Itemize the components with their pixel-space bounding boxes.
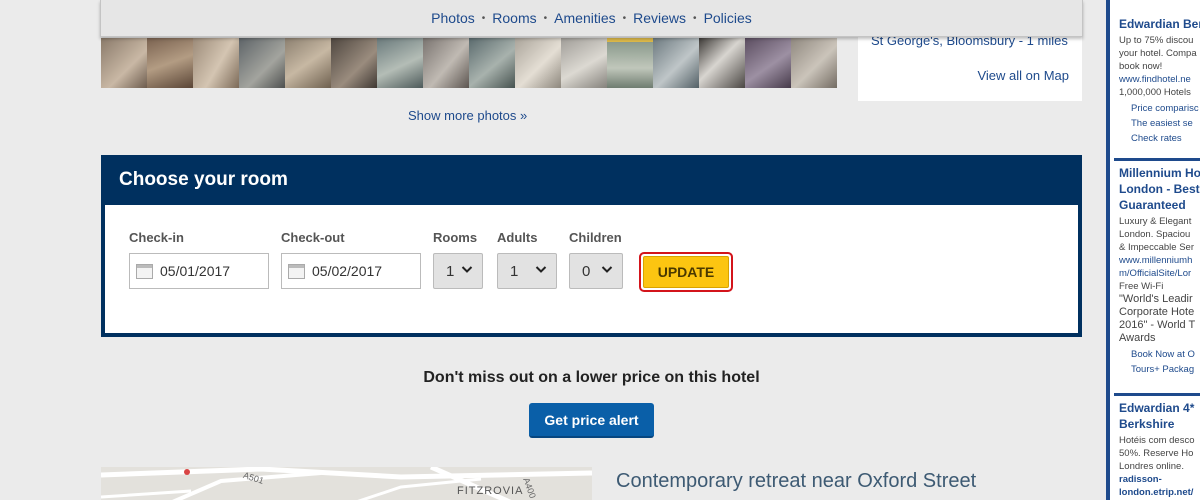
adults-label: Adults	[497, 230, 538, 245]
nav-separator: •	[481, 12, 486, 24]
photo-thumbnail[interactable]	[331, 38, 377, 88]
choose-room-title: Choose your room	[119, 169, 288, 190]
ad-divider	[1114, 158, 1200, 161]
ad-quote: Corporate Hote	[1119, 306, 1195, 318]
ad-description: Hotéis com desco	[1119, 435, 1195, 446]
nav-reviews[interactable]: Reviews	[633, 10, 686, 26]
ad-edwardian-findhotel[interactable]: Edwardian Ber Up to 75% discou your hote…	[1119, 16, 1200, 146]
ad-title[interactable]: London - Best	[1119, 181, 1200, 197]
nav-photos[interactable]: Photos	[431, 10, 475, 26]
ad-description: book now!	[1119, 61, 1163, 72]
ad-extension: Free Wi-Fi	[1119, 281, 1164, 292]
ad-title[interactable]: Edwardian Ber	[1119, 16, 1200, 32]
ad-title[interactable]: Berkshire	[1119, 416, 1195, 432]
ad-title[interactable]: Guaranteed	[1119, 197, 1200, 213]
ad-quote: "World's Leadir	[1119, 293, 1193, 305]
update-button-label: UPDATE	[643, 256, 729, 288]
ad-url[interactable]: m/OfficialSite/Lor	[1119, 267, 1200, 280]
nav-separator: •	[693, 12, 697, 24]
ad-millennium[interactable]: Millennium Ho London - Best Guaranteed L…	[1119, 165, 1200, 377]
nav-rooms[interactable]: Rooms	[492, 10, 536, 26]
ad-url[interactable]: www.millenniumh	[1119, 254, 1200, 267]
view-all-on-map-link[interactable]: View all on Map	[977, 68, 1069, 83]
get-price-alert-button[interactable]: Get price alert	[529, 403, 654, 438]
ad-description: London. Spaciou	[1119, 229, 1191, 240]
photo-thumbnail[interactable]	[515, 38, 561, 88]
ad-sitelink[interactable]: Tours+ Packag	[1119, 362, 1200, 377]
hotel-map[interactable]: A501 FITZROVIA A400	[101, 467, 592, 500]
calendar-icon	[288, 264, 305, 279]
checkin-value: 05/01/2017	[160, 263, 231, 279]
ad-description: & Impeccable Ser	[1119, 242, 1194, 253]
choose-room-panel: Choose your room Check-in 05/01/2017 Che…	[101, 155, 1082, 337]
ad-url[interactable]: london.etrip.net/	[1119, 486, 1195, 499]
chevron-down-icon	[601, 263, 613, 278]
rooms-label: Rooms	[433, 230, 478, 245]
ad-description: Up to 75% discou	[1119, 35, 1194, 46]
location-card: St George's, Bloomsbury - 1 miles View a…	[858, 30, 1082, 101]
map-label-fitzrovia: FITZROVIA	[457, 485, 524, 497]
photo-thumbnail[interactable]	[193, 38, 239, 88]
photo-thumbnail[interactable]	[285, 38, 331, 88]
checkin-input[interactable]: 05/01/2017	[129, 253, 269, 289]
photo-strip	[101, 38, 837, 88]
ad-url[interactable]: radisson-	[1119, 473, 1195, 486]
ad-divider	[1114, 393, 1200, 396]
checkout-input[interactable]: 05/02/2017	[281, 253, 421, 289]
children-value: 0	[582, 263, 591, 280]
ad-sitelink[interactable]: Price comparisc	[1119, 101, 1200, 116]
photo-thumbnail[interactable]	[791, 38, 837, 88]
price-alert-message: Don't miss out on a lower price on this …	[423, 369, 760, 386]
ad-description: your hotel. Compa	[1119, 48, 1197, 59]
photo-thumbnail[interactable]	[101, 38, 147, 88]
rooms-select[interactable]: 1	[433, 253, 483, 289]
checkin-label: Check-in	[129, 230, 184, 245]
calendar-icon	[136, 264, 153, 279]
photo-thumbnail[interactable]	[469, 38, 515, 88]
children-select[interactable]: 0	[569, 253, 623, 289]
update-button[interactable]: UPDATE	[639, 252, 733, 292]
photo-thumbnail[interactable]	[607, 38, 653, 88]
ad-quote: 2016" - World T	[1119, 319, 1196, 331]
show-more-photos-link[interactable]: Show more photos »	[408, 108, 527, 123]
children-label: Children	[569, 230, 622, 245]
ad-extension: 1,000,000 Hotels	[1119, 87, 1191, 98]
ad-sitelink[interactable]: The easiest se	[1119, 116, 1200, 131]
checkout-value: 05/02/2017	[312, 263, 383, 279]
ad-sitelink[interactable]: Check rates	[1119, 131, 1200, 146]
ad-edwardian-radisson[interactable]: Edwardian 4* Berkshire Hotéis com desco …	[1119, 400, 1195, 499]
ad-quote: Awards	[1119, 332, 1156, 344]
room-form: Check-in 05/01/2017 Check-out 05/02/2017…	[105, 205, 1078, 333]
adults-value: 1	[510, 263, 519, 280]
photo-thumbnail[interactable]	[653, 38, 699, 88]
rooms-value: 1	[446, 263, 455, 280]
checkout-label: Check-out	[281, 230, 345, 245]
nav-amenities[interactable]: Amenities	[554, 10, 615, 26]
nav-separator: •	[622, 12, 627, 24]
adults-select[interactable]: 1	[497, 253, 557, 289]
ad-description: Luxury & Elegant	[1119, 216, 1192, 227]
chevron-down-icon	[461, 263, 473, 278]
ad-description: Londres online.	[1119, 461, 1184, 472]
section-nav: Photos • Rooms • Amenities • Reviews • P…	[100, 0, 1083, 37]
ad-sitelink[interactable]: Book Now at O	[1119, 347, 1200, 362]
photo-thumbnail[interactable]	[147, 38, 193, 88]
photo-thumbnail[interactable]	[745, 38, 791, 88]
hotel-description-heading: Contemporary retreat near Oxford Street	[616, 470, 977, 492]
photo-thumbnail[interactable]	[423, 38, 469, 88]
photo-thumbnail[interactable]	[561, 38, 607, 88]
sponsored-ads: Edwardian Ber Up to 75% discou your hote…	[1106, 0, 1200, 500]
ad-description: 50%. Reserve Ho	[1119, 448, 1194, 459]
chevron-down-icon	[535, 263, 547, 278]
photo-thumbnail[interactable]	[377, 38, 423, 88]
ad-title[interactable]: Millennium Ho	[1119, 165, 1200, 181]
photo-thumbnail[interactable]	[699, 38, 745, 88]
nav-separator: •	[543, 12, 548, 24]
ad-url[interactable]: www.findhotel.ne	[1119, 73, 1200, 86]
ad-title[interactable]: Edwardian 4*	[1119, 400, 1195, 416]
photo-thumbnail[interactable]	[239, 38, 285, 88]
nav-policies[interactable]: Policies	[704, 10, 752, 26]
